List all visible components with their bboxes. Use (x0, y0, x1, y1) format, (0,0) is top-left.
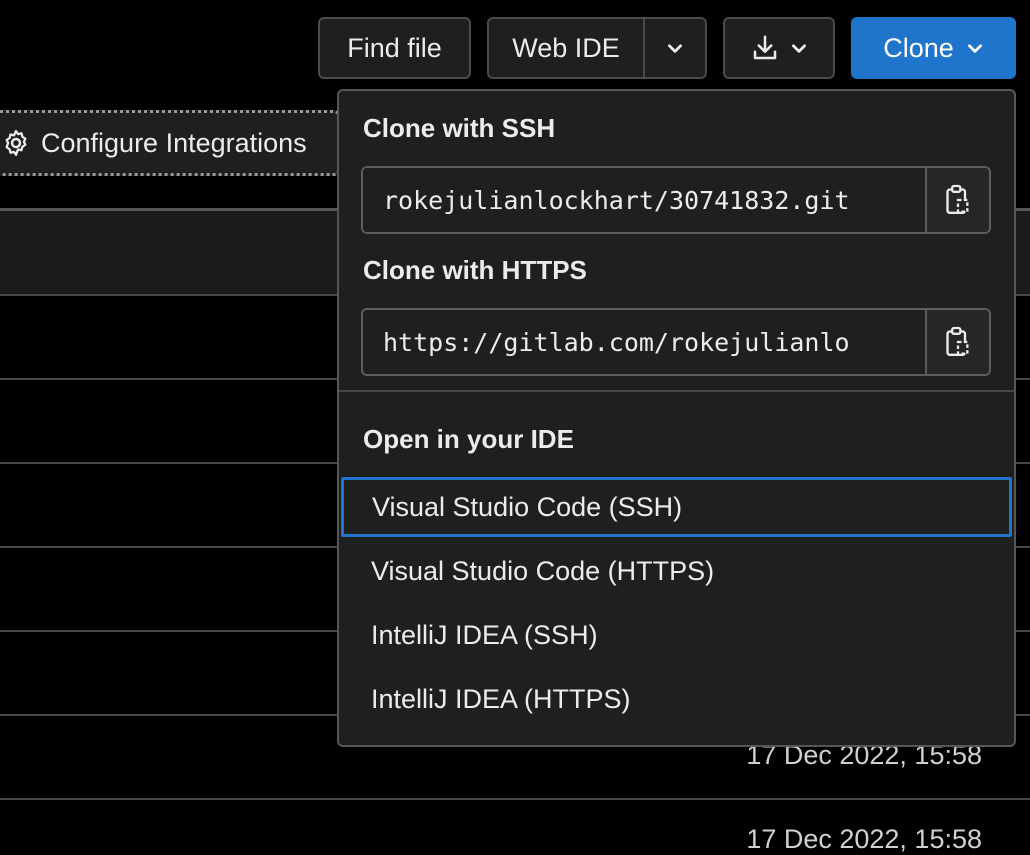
clone-ssh-input[interactable]: rokejulianlockhart/30741832.git (363, 168, 925, 232)
row-divider (0, 798, 1030, 800)
download-button[interactable] (723, 17, 835, 79)
copy-to-clipboard-icon (946, 184, 969, 214)
copy-to-clipboard-icon (946, 326, 969, 356)
gear-icon (5, 130, 27, 156)
clone-https-group: https://gitlab.com/rokejulianlo (361, 308, 991, 376)
clone-dropdown: Clone with SSH rokejulianlockhart/307418… (337, 89, 1016, 747)
chevron-down-icon (668, 44, 682, 53)
clone-https-input[interactable]: https://gitlab.com/rokejulianlo (363, 310, 925, 374)
clone-ssh-group: rokejulianlockhart/30741832.git (361, 166, 991, 234)
download-icon (753, 35, 777, 60)
ide-item-vscode-ssh[interactable]: Visual Studio Code (SSH) (341, 477, 1012, 537)
ide-item-vscode-https[interactable]: Visual Studio Code (HTTPS) (341, 541, 1012, 601)
copy-https-button[interactable] (925, 310, 989, 374)
open-in-ide-title: Open in your IDE (363, 424, 574, 454)
web-ide-label: Web IDE (512, 32, 620, 63)
clone-https-title: Clone with HTTPS (363, 255, 587, 285)
ide-item-intellij-https[interactable]: IntelliJ IDEA (HTTPS) (341, 669, 1012, 729)
dropdown-divider (339, 390, 1014, 392)
clone-button[interactable]: Clone (851, 17, 1016, 79)
table-row-date: 17 Dec 2022, 15:58 (746, 824, 982, 854)
web-ide-options-button[interactable] (643, 17, 707, 79)
find-file-label: Find file (347, 32, 442, 63)
copy-ssh-button[interactable] (925, 168, 989, 232)
find-file-button[interactable]: Find file (318, 17, 471, 79)
configure-integrations-label: Configure Integrations (41, 127, 307, 158)
clone-ssh-title: Clone with SSH (363, 113, 556, 143)
web-ide-button[interactable]: Web IDE (487, 17, 645, 79)
chevron-down-icon (967, 44, 982, 53)
clone-label: Clone (883, 32, 954, 63)
configure-integrations-button[interactable]: Configure Integrations (0, 110, 340, 176)
ide-item-intellij-ssh[interactable]: IntelliJ IDEA (SSH) (341, 605, 1012, 665)
chevron-down-icon (792, 44, 806, 53)
